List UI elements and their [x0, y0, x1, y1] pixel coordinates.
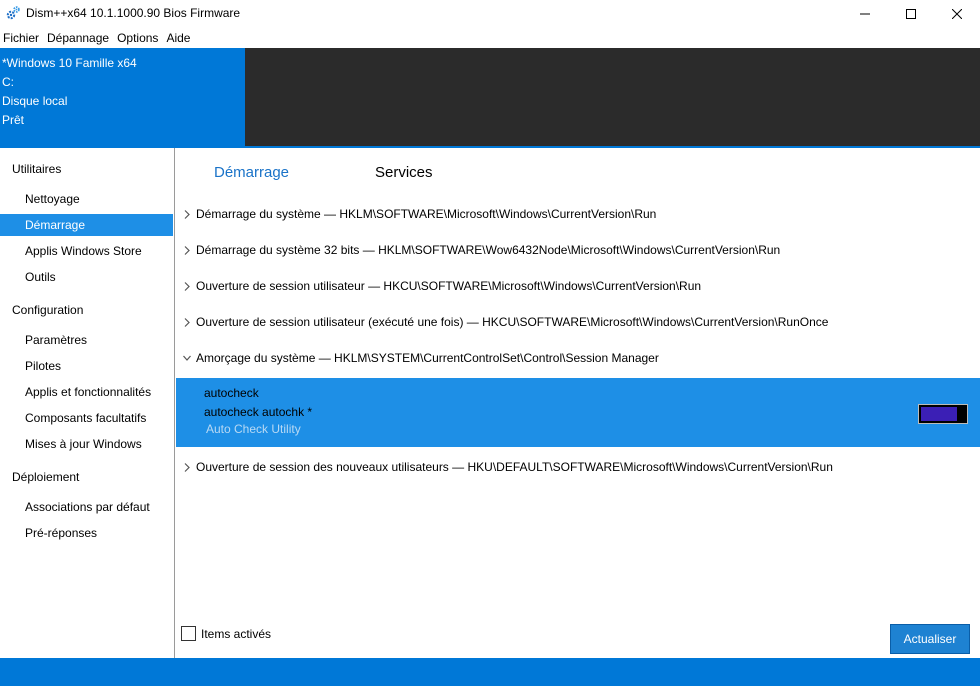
close-icon — [952, 8, 962, 19]
startup-group-row[interactable]: Démarrage du système 32 bits — HKLM\SOFT… — [176, 240, 980, 260]
startup-group-label: Démarrage du système 32 bits — HKLM\SOFT… — [196, 243, 781, 257]
sidebar-item-pilotes[interactable]: Pilotes — [0, 355, 173, 377]
menu-depannage[interactable]: Dépannage — [43, 28, 113, 48]
menu-bar: Fichier Dépannage Options Aide — [0, 28, 194, 48]
startup-group-row[interactable]: Ouverture de session utilisateur (exécut… — [176, 312, 980, 332]
startup-group-row[interactable]: Ouverture de session des nouveaux utilis… — [176, 457, 980, 477]
sidebar-category-configuration: Configuration — [12, 303, 84, 317]
title-bar: Dism++x64 10.1.1000.90 Bios Firmware — [0, 0, 980, 27]
sidebar-item-applis-windows-store[interactable]: Applis Windows Store — [0, 240, 173, 262]
sidebar-item-nettoyage[interactable]: Nettoyage — [0, 188, 173, 210]
minimize-button[interactable] — [842, 0, 888, 27]
drive-letter: C: — [2, 75, 14, 89]
sidebar-category-utilitaires: Utilitaires — [12, 162, 62, 176]
chevron-down-icon[interactable] — [182, 348, 192, 368]
chevron-right-icon[interactable] — [182, 457, 192, 477]
enabled-items-checkbox[interactable]: Items activés — [181, 626, 271, 641]
sidebar-item-applis-fonctionnalites[interactable]: Applis et fonctionnalités — [0, 381, 173, 403]
startup-group-row[interactable]: Démarrage du système — HKLM\SOFTWARE\Mic… — [176, 204, 980, 224]
startup-group-row[interactable]: Ouverture de session utilisateur — HKCU\… — [176, 276, 980, 296]
close-button[interactable] — [934, 0, 980, 27]
chevron-right-icon[interactable] — [182, 240, 192, 260]
entry-enable-toggle[interactable] — [918, 404, 968, 424]
sidebar-item-associations[interactable]: Associations par défaut — [0, 496, 173, 518]
gears-icon — [5, 5, 21, 21]
entry-command: autocheck autochk * — [204, 405, 313, 419]
minimize-icon — [860, 13, 870, 14]
checkbox-box[interactable] — [181, 626, 196, 641]
status-bar — [0, 658, 980, 686]
session-info-panel[interactable]: *Windows 10 Famille x64 C: Disque local … — [0, 48, 245, 146]
sidebar-item-parametres[interactable]: Paramètres — [0, 329, 173, 351]
tab-services[interactable]: Services — [375, 164, 433, 181]
session-status: Prêt — [2, 113, 25, 127]
sidebar-item-mises-a-jour[interactable]: Mises à jour Windows — [0, 433, 173, 455]
sidebar: Utilitaires Nettoyage Démarrage Applis W… — [0, 148, 175, 658]
header-banner — [245, 48, 980, 146]
menu-options[interactable]: Options — [113, 28, 162, 48]
startup-group-label: Amorçage du système — HKLM\SYSTEM\Curren… — [196, 351, 659, 365]
drive-type: Disque local — [2, 94, 68, 108]
sidebar-item-demarrage[interactable]: Démarrage — [0, 214, 173, 236]
menu-fichier[interactable]: Fichier — [0, 28, 43, 48]
startup-group-label: Démarrage du système — HKLM\SOFTWARE\Mic… — [196, 207, 657, 221]
window-title: Dism++x64 10.1.1000.90 Bios Firmware — [26, 6, 241, 20]
checkbox-label: Items activés — [201, 626, 272, 641]
startup-group-row-expanded[interactable]: Amorçage du système — HKLM\SYSTEM\Curren… — [176, 348, 980, 368]
startup-entry-selected[interactable]: autocheck autocheck autochk * Auto Check… — [176, 378, 980, 447]
entry-description: Auto Check Utility — [206, 422, 301, 436]
maximize-button[interactable] — [888, 0, 934, 27]
startup-group-label: Ouverture de session des nouveaux utilis… — [196, 460, 833, 474]
sidebar-item-outils[interactable]: Outils — [0, 266, 173, 288]
sidebar-category-deploiement: Déploiement — [12, 470, 80, 484]
startup-group-label: Ouverture de session utilisateur (exécut… — [196, 315, 829, 329]
maximize-icon — [906, 8, 916, 19]
chevron-right-icon[interactable] — [182, 312, 192, 332]
menu-aide[interactable]: Aide — [162, 28, 194, 48]
sidebar-item-pre-reponses[interactable]: Pré-réponses — [0, 522, 173, 544]
sidebar-item-composants-facultatifs[interactable]: Composants facultatifs — [0, 407, 173, 429]
chevron-right-icon[interactable] — [182, 204, 192, 224]
main-panel: Démarrage Services Démarrage du système … — [176, 148, 980, 658]
os-name: *Windows 10 Famille x64 — [2, 56, 137, 70]
refresh-button[interactable]: Actualiser — [890, 624, 970, 654]
startup-group-label: Ouverture de session utilisateur — HKCU\… — [196, 279, 702, 293]
toggle-fill — [921, 407, 957, 421]
entry-name: autocheck — [204, 386, 259, 400]
chevron-right-icon[interactable] — [182, 276, 192, 296]
tab-demarrage[interactable]: Démarrage — [214, 164, 289, 181]
